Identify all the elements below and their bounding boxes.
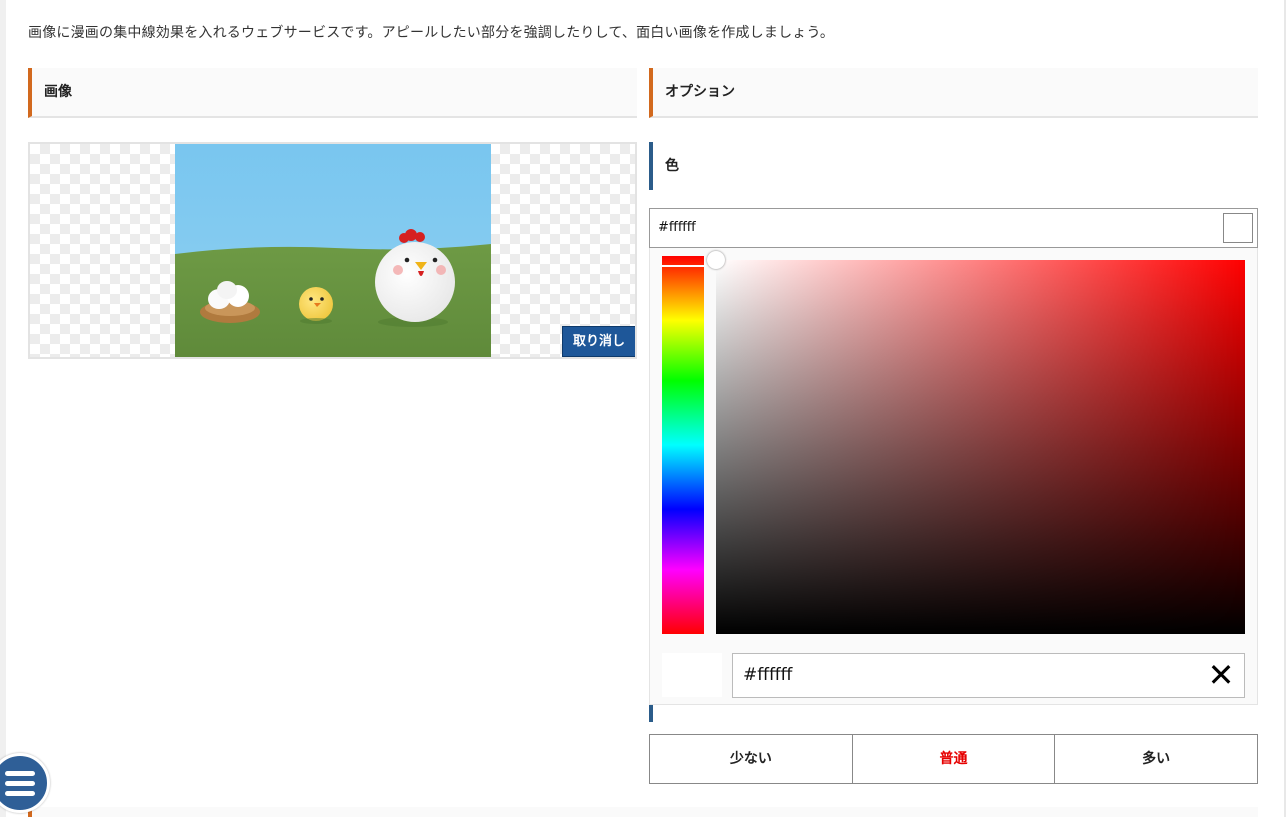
menu-icon-bar bbox=[5, 771, 35, 776]
hue-slider-handle[interactable] bbox=[660, 265, 706, 267]
intro-text: 画像に漫画の集中線効果を入れるウェブサービスです。アピールしたい部分を強調したり… bbox=[28, 25, 835, 41]
image-canvas[interactable]: 取り消し bbox=[28, 142, 637, 359]
cancel-button[interactable]: 取り消し bbox=[562, 326, 635, 357]
amount-button-few[interactable]: 少ない bbox=[650, 735, 853, 783]
saturation-value-handle[interactable] bbox=[707, 251, 725, 269]
saturation-value-area[interactable] bbox=[707, 251, 1245, 634]
hue-slider[interactable] bbox=[660, 256, 706, 634]
menu-icon-bar bbox=[5, 791, 35, 796]
color-swatch[interactable] bbox=[1223, 213, 1253, 243]
color-value-field[interactable]: #ffffff bbox=[649, 208, 1258, 248]
color-picker-panel: #ffffff ✕ bbox=[649, 248, 1258, 705]
line-amount-selector: 少ない 普通 多い bbox=[649, 734, 1258, 784]
color-value-text: #ffffff bbox=[658, 220, 696, 235]
photo-illustration bbox=[175, 144, 491, 357]
uploaded-photo bbox=[175, 144, 491, 357]
clear-icon[interactable]: ✕ bbox=[1204, 658, 1238, 692]
next-section-heading bbox=[28, 807, 1258, 817]
color-preview-swatch bbox=[662, 653, 722, 697]
image-section-heading: 画像 bbox=[28, 68, 637, 118]
option-section-heading: オプション bbox=[649, 68, 1258, 118]
page: 画像に漫画の集中線効果を入れるウェブサービスです。アピールしたい部分を強調したり… bbox=[6, 0, 1286, 817]
hex-input[interactable]: #ffffff ✕ bbox=[732, 653, 1245, 698]
color-heading: 色 bbox=[649, 142, 1258, 190]
menu-icon-bar bbox=[5, 781, 35, 786]
amount-button-normal[interactable]: 普通 bbox=[852, 735, 1056, 783]
amount-button-many[interactable]: 多い bbox=[1055, 735, 1258, 783]
section-accent-mark bbox=[649, 705, 653, 722]
hex-input-value: #ffffff bbox=[743, 665, 793, 685]
